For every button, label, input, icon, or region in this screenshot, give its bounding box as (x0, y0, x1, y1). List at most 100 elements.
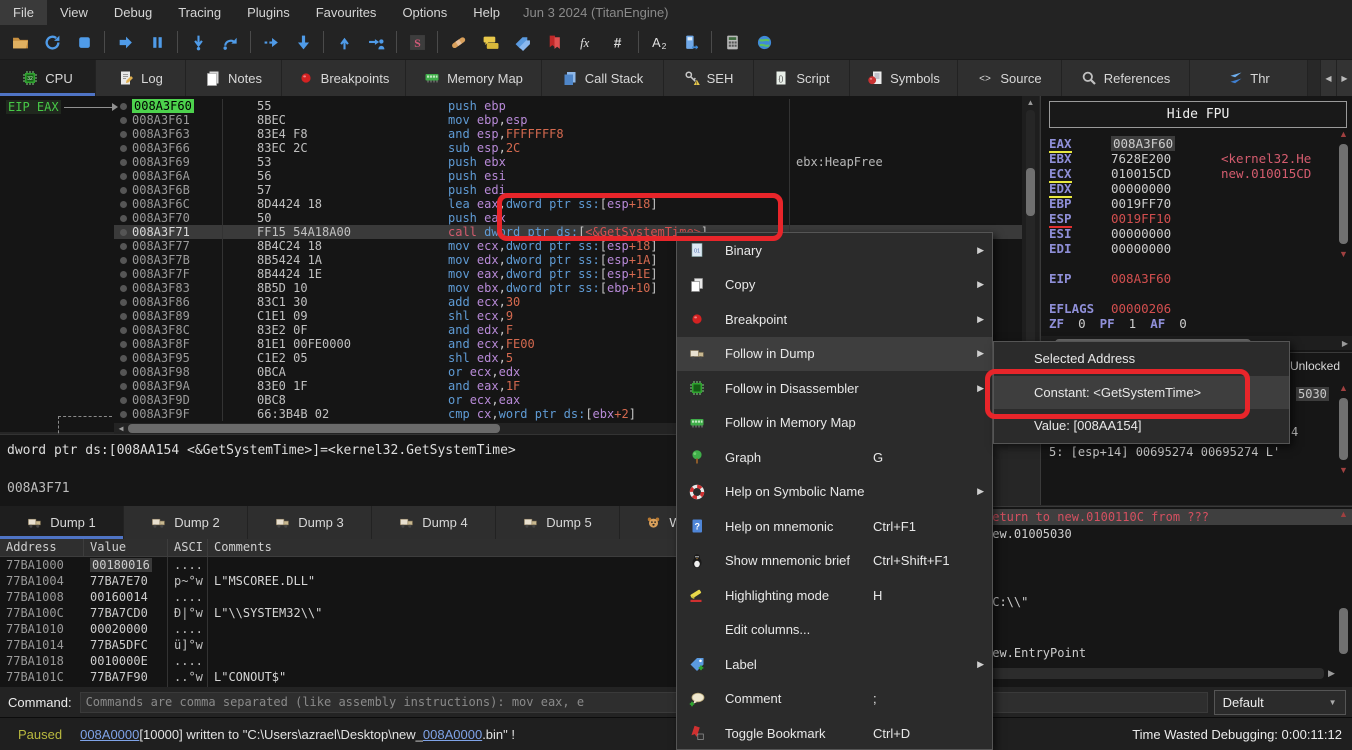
register-value[interactable]: 00000000 (1111, 181, 1221, 196)
stack-vscrollbar[interactable]: ▲ (1336, 508, 1351, 660)
toolbar-bookmarks-button[interactable] (538, 28, 570, 57)
tab-dump-1[interactable]: Dump 1 (0, 506, 124, 539)
toolbar-stop-button[interactable] (68, 28, 100, 57)
tab-script[interactable]: {)Script (754, 60, 850, 96)
tab-notes[interactable]: Notes (186, 60, 282, 96)
tab-dump-5[interactable]: Dump 5 (496, 506, 620, 539)
tab-memory-map[interactable]: Memory Map (406, 60, 542, 96)
scroll-down-icon[interactable]: ▼ (1336, 464, 1351, 476)
tab-references[interactable]: References (1062, 60, 1190, 96)
scroll-left-icon[interactable]: ◀ (114, 424, 128, 433)
register-row-esi[interactable]: ESI00000000 (1049, 226, 1335, 241)
breakpoint-dot-icon[interactable] (114, 393, 132, 407)
register-value[interactable]: 00000000 (1111, 226, 1221, 241)
breakpoint-dot-icon[interactable] (114, 267, 132, 281)
scroll-right-icon[interactable]: ▶ (1328, 668, 1335, 679)
disassembly-row[interactable]: 008A3F6C8D4424 18lea eax,dword ptr ss:[e… (114, 197, 1022, 211)
breakpoint-dot-icon[interactable] (114, 365, 132, 379)
menubar-item-file[interactable]: File (0, 0, 47, 25)
tab-scroll-right-button[interactable]: ▶ (1336, 60, 1352, 96)
context-menu-item-binary[interactable]: 01Binary▶ (677, 233, 992, 268)
tab-symbols[interactable]: Symbols (850, 60, 958, 96)
context-menu-item-graph[interactable]: GraphG (677, 440, 992, 475)
register-value[interactable]: 0019FF70 (1111, 196, 1221, 211)
hide-fpu-button[interactable]: Hide FPU (1049, 101, 1347, 128)
register-row-ebp[interactable]: EBP0019FF70 (1049, 196, 1335, 211)
tab-dump-3[interactable]: Dump 3 (248, 506, 372, 539)
disassembly-row[interactable]: 008A3F6953push ebxebx:HeapFree (114, 155, 1022, 169)
breakpoint-dot-icon[interactable] (114, 225, 132, 239)
breakpoint-dot-icon[interactable] (114, 295, 132, 309)
status-address-link[interactable]: 008A0000 (80, 727, 139, 742)
toolbar-step-out-button[interactable] (328, 28, 360, 57)
dump-column-asci[interactable]: ASCI (168, 539, 208, 556)
dump-column-value[interactable]: Value (84, 539, 168, 556)
toolbar-open-folder-button[interactable] (4, 28, 36, 57)
register-value[interactable]: 00000206 (1111, 301, 1221, 316)
toolbar-trace-into-button[interactable] (287, 28, 319, 57)
disassembly-row[interactable]: 008A3F6683EC 2Csub esp,2C (114, 141, 1022, 155)
breakpoint-dot-icon[interactable] (114, 169, 132, 183)
breakpoint-dot-icon[interactable] (114, 323, 132, 337)
toolbar-calculator-button[interactable] (716, 28, 748, 57)
context-menu-item-show-mnemonic-brief[interactable]: Show mnemonic briefCtrl+Shift+F1 (677, 544, 992, 579)
tab-dump-2[interactable]: Dump 2 (124, 506, 248, 539)
toolbar-run-to-user-button[interactable] (360, 28, 392, 57)
scroll-right-icon[interactable]: ▶ (1338, 339, 1352, 348)
menubar-item-help[interactable]: Help (460, 0, 513, 25)
scroll-up-icon[interactable]: ▲ (1336, 128, 1351, 140)
toolbar-scylla-button[interactable]: S (401, 28, 433, 57)
profile-dropdown[interactable]: Default ▼ (1214, 690, 1346, 715)
flag-value[interactable]: 0 (1078, 316, 1086, 331)
tab-source[interactable]: <>Source (958, 60, 1062, 96)
tab-call-stack[interactable]: Call Stack (542, 60, 664, 96)
register-value[interactable]: 008A3F60 (1111, 271, 1221, 286)
context-menu-item-highlighting-mode[interactable]: Highlighting modeH (677, 578, 992, 613)
stack-vscroll-thumb[interactable] (1339, 608, 1348, 654)
status-address-link[interactable]: 008A0000 (423, 727, 482, 742)
tab-log[interactable]: Log (96, 60, 186, 96)
submenu-item-selected-address[interactable]: Selected Address (994, 342, 1289, 376)
breakpoint-dot-icon[interactable] (114, 141, 132, 155)
menubar-item-tracing[interactable]: Tracing (165, 0, 234, 25)
registers-vscroll-thumb[interactable] (1339, 144, 1348, 244)
context-menu-item-follow-in-disassembler[interactable]: Follow in Disassembler▶ (677, 371, 992, 406)
register-row-ebx[interactable]: EBX7628E200<kernel32.He (1049, 151, 1335, 166)
stack-hscrollbar[interactable] (962, 668, 1324, 679)
toolbar-font-button[interactable]: A2 (643, 28, 675, 57)
breakpoint-dot-icon[interactable] (114, 155, 132, 169)
menubar-item-plugins[interactable]: Plugins (234, 0, 303, 25)
flag-value[interactable]: 1 (1129, 316, 1137, 331)
breakpoint-dot-icon[interactable] (114, 337, 132, 351)
stack-row[interactable]: new.EntryPoint (985, 645, 1352, 661)
breakpoint-dot-icon[interactable] (114, 239, 132, 253)
tab-cpu[interactable]: 32CPU (0, 60, 96, 96)
tab-dump-4[interactable]: Dump 4 (372, 506, 496, 539)
register-row-edi[interactable]: EDI00000000 (1049, 241, 1335, 256)
register-value[interactable]: 008A3F60 (1111, 136, 1221, 151)
scroll-up-icon[interactable]: ▲ (1336, 508, 1351, 520)
breakpoint-dot-icon[interactable] (114, 99, 132, 113)
disassembly-row[interactable]: 008A3F6055push ebp (114, 99, 1022, 113)
lock-status-label[interactable]: Unlocked (1290, 359, 1340, 373)
toolbar-labels-button[interactable] (506, 28, 538, 57)
disassembly-hscroll-thumb[interactable] (128, 424, 500, 433)
context-menu-item-help-on-symbolic-name[interactable]: Help on Symbolic Name▶ (677, 475, 992, 510)
menubar-item-options[interactable]: Options (389, 0, 460, 25)
breakpoint-dot-icon[interactable] (114, 197, 132, 211)
breakpoint-dot-icon[interactable] (114, 281, 132, 295)
toolbar-step-into-button[interactable] (182, 28, 214, 57)
toolbar-run-button[interactable] (109, 28, 141, 57)
register-value[interactable]: 010015CD (1111, 166, 1221, 181)
toolbar-checksum-button[interactable]: # (602, 28, 634, 57)
register-row-ecx[interactable]: ECX010015CDnew.010015CD (1049, 166, 1335, 181)
scroll-up-icon[interactable]: ▲ (1336, 382, 1351, 394)
register-row-esp[interactable]: ESP0019FF10 (1049, 211, 1335, 226)
tab-breakpoints[interactable]: Breakpoints (282, 60, 406, 96)
stack-row[interactable]: new.01005030 (985, 526, 1352, 542)
menubar-item-favourites[interactable]: Favourites (303, 0, 390, 25)
toolbar-calc-attach-button[interactable] (675, 28, 707, 57)
stack-row[interactable]: return to new.0100110C from ??? (985, 509, 1352, 525)
register-value[interactable]: 7628E200 (1111, 151, 1221, 166)
context-menu-item-breakpoint[interactable]: Breakpoint▶ (677, 302, 992, 337)
